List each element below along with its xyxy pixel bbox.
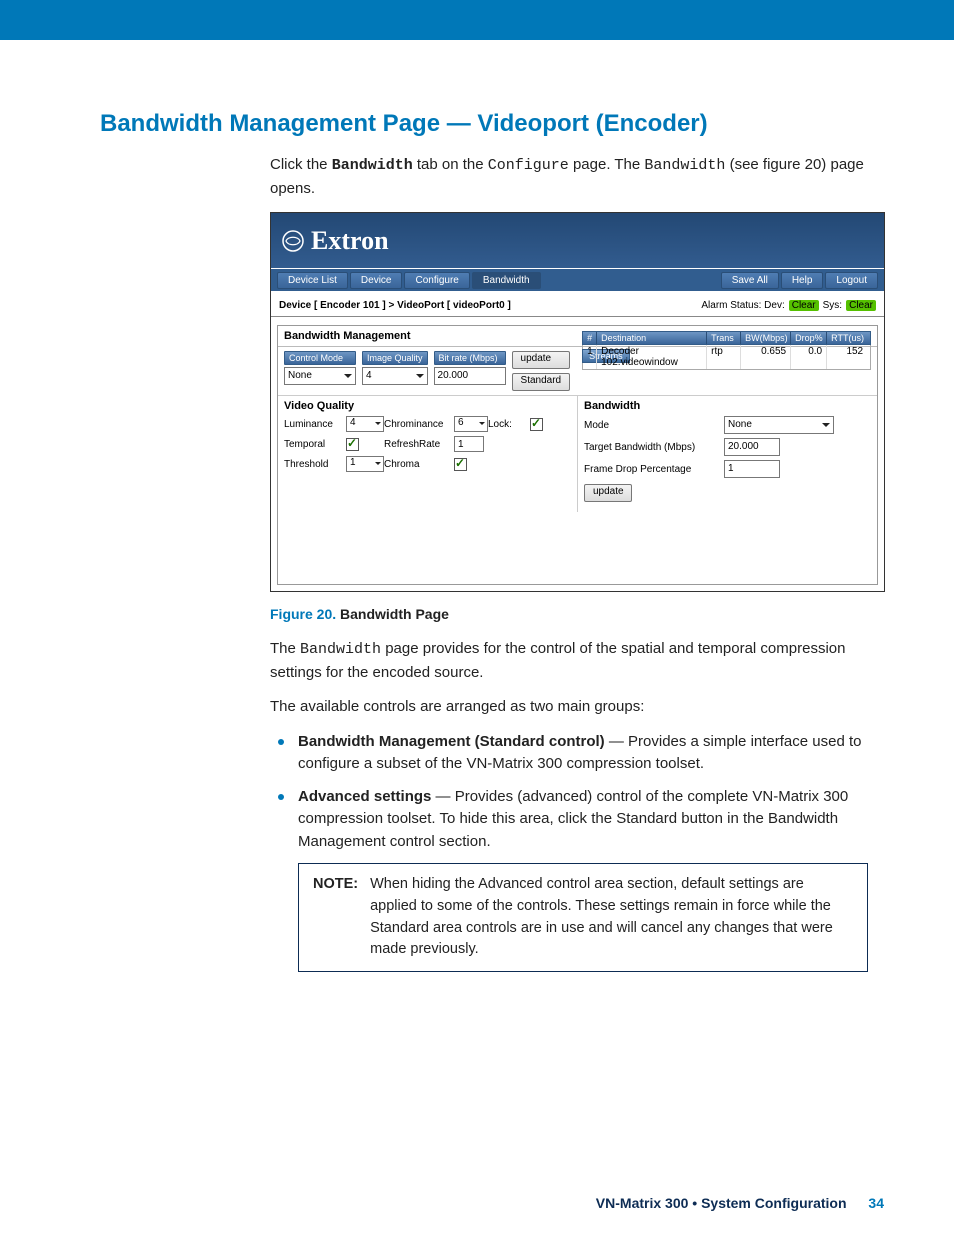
mode-select[interactable]: None bbox=[724, 416, 834, 434]
threshold-label: Threshold bbox=[284, 459, 346, 470]
app-header: Extron bbox=[271, 213, 884, 268]
figure-number: Figure 20. bbox=[270, 606, 336, 622]
dev-clear-badge: Clear bbox=[789, 300, 819, 311]
cell-drop: 0.0 bbox=[791, 345, 827, 369]
tab-device[interactable]: Device bbox=[350, 272, 403, 289]
tab-bandwidth[interactable]: Bandwidth bbox=[472, 272, 541, 289]
luminance-label: Luminance bbox=[284, 419, 346, 430]
sys-clear-badge: Clear bbox=[846, 300, 876, 311]
hdr-trans: Trans bbox=[707, 332, 741, 344]
control-mode-label: Control Mode bbox=[284, 351, 356, 365]
page-content: Bandwidth Management Page — Videoport (E… bbox=[0, 40, 954, 1012]
swirl-icon bbox=[281, 229, 305, 253]
cell-rtt: 152 bbox=[827, 345, 867, 369]
save-all-button[interactable]: Save All bbox=[721, 272, 779, 289]
bandwidth-panel-inner: Bandwidth Mode None Target Bandwidth (Mb… bbox=[578, 396, 877, 512]
txt: tab on the bbox=[413, 156, 488, 173]
cell-trans: rtp bbox=[707, 345, 741, 369]
streams-row: 1 Decoder 102.videowindow rtp 0.655 0.0 … bbox=[582, 345, 871, 370]
intro-paragraph: Click the Bandwidth tab on the Configure… bbox=[270, 154, 884, 200]
txt: The bbox=[270, 640, 300, 657]
txt: page. The bbox=[569, 156, 645, 173]
logo-text: Extron bbox=[311, 226, 389, 256]
bandwidth-panel: Bandwidth Management Control Mode None I… bbox=[277, 325, 878, 585]
code-bandwidth3: Bandwidth bbox=[300, 641, 381, 658]
cell-bw: 0.655 bbox=[741, 345, 791, 369]
hdr-bw: BW(Mbps) bbox=[741, 332, 791, 344]
chrominance-label: Chrominance bbox=[384, 419, 454, 430]
breadcrumb-bar: Device [ Encoder 101 ] > VideoPort [ vid… bbox=[271, 295, 884, 317]
cell-dest: Decoder 102.videowindow bbox=[597, 345, 707, 369]
video-quality-panel: Video Quality Luminance 4 Chrominance 6 … bbox=[278, 396, 578, 512]
bullet2-strong: Advanced settings bbox=[298, 788, 431, 805]
bandwidth-page-screenshot: Extron Device List Device Configure Band… bbox=[270, 212, 885, 592]
tab-device-list[interactable]: Device List bbox=[277, 272, 348, 289]
refresh-input[interactable]: 1 bbox=[454, 436, 484, 452]
bullet-advanced: Advanced settings — Provides (advanced) … bbox=[270, 786, 884, 854]
hdr-num: # bbox=[583, 332, 597, 344]
note-label: NOTE: bbox=[313, 874, 358, 961]
hdr-rtt: RTT(us) bbox=[827, 332, 867, 344]
refresh-label: RefreshRate bbox=[384, 439, 454, 450]
hdr-dest: Destination bbox=[597, 332, 707, 344]
help-button[interactable]: Help bbox=[781, 272, 824, 289]
mgmt-row: Control Mode None Image Quality 4 Bit ra… bbox=[278, 347, 877, 396]
temporal-label: Temporal bbox=[284, 439, 346, 450]
figure-title: Bandwidth Page bbox=[336, 606, 449, 622]
chrominance-select[interactable]: 6 bbox=[454, 416, 488, 432]
hdr-drop: Drop% bbox=[791, 332, 827, 344]
standard-button[interactable]: Standard bbox=[512, 373, 571, 391]
logout-button[interactable]: Logout bbox=[825, 272, 878, 289]
note-box: NOTE: When hiding the Advanced control a… bbox=[298, 863, 868, 972]
alarm-mid: Sys: bbox=[823, 300, 842, 311]
bitrate-input[interactable]: 20.000 bbox=[434, 367, 506, 385]
desc-paragraph-1: The Bandwidth page provides for the cont… bbox=[270, 638, 884, 684]
update-button[interactable]: update bbox=[512, 351, 571, 369]
threshold-select[interactable]: 1 bbox=[346, 456, 384, 472]
code-bandwidth: Bandwidth bbox=[332, 157, 413, 174]
desc-paragraph-2: The available controls are arranged as t… bbox=[270, 696, 884, 719]
footer-title: VN-Matrix 300 • System Configuration bbox=[596, 1195, 847, 1211]
bw-title: Bandwidth bbox=[584, 400, 871, 412]
chroma-checkbox[interactable] bbox=[454, 458, 467, 471]
bullet1-strong: Bandwidth Management (Standard control) bbox=[298, 733, 605, 750]
lock-checkbox[interactable] bbox=[530, 418, 543, 431]
mode-label: Mode bbox=[584, 420, 724, 431]
luminance-select[interactable]: 4 bbox=[346, 416, 384, 432]
image-quality-select[interactable]: 4 bbox=[362, 367, 428, 385]
breadcrumb: Device [ Encoder 101 ] > VideoPort [ vid… bbox=[279, 300, 511, 311]
top-accent-bar bbox=[0, 0, 954, 40]
extron-logo: Extron bbox=[281, 226, 389, 256]
streams-header: # Destination Trans BW(Mbps) Drop% RTT(u… bbox=[582, 331, 871, 345]
code-configure: Configure bbox=[488, 157, 569, 174]
lower-panels: Video Quality Luminance 4 Chrominance 6 … bbox=[278, 396, 877, 512]
chroma-label: Chroma bbox=[384, 459, 454, 470]
bullet-list: Bandwidth Management (Standard control) … bbox=[270, 731, 884, 854]
page-footer: VN-Matrix 300 • System Configuration 34 bbox=[596, 1195, 884, 1211]
page-title: Bandwidth Management Page — Videoport (E… bbox=[100, 110, 884, 138]
temporal-checkbox[interactable] bbox=[346, 438, 359, 451]
target-bw-label: Target Bandwidth (Mbps) bbox=[584, 442, 724, 453]
frame-drop-label: Frame Drop Percentage bbox=[584, 464, 724, 475]
code-standard: Standard bbox=[616, 810, 677, 827]
figure-caption: Figure 20. Bandwidth Page bbox=[270, 606, 884, 622]
alarm-prefix: Alarm Status: Dev: bbox=[701, 300, 784, 311]
tab-configure[interactable]: Configure bbox=[404, 272, 469, 289]
bw-update-button[interactable]: update bbox=[584, 484, 632, 502]
footer-page-number: 34 bbox=[868, 1195, 884, 1211]
target-bw-input[interactable]: 20.000 bbox=[724, 438, 780, 456]
control-mode-select[interactable]: None bbox=[284, 367, 356, 385]
lock-label: Lock: bbox=[488, 419, 530, 430]
tab-bar: Device List Device Configure Bandwidth S… bbox=[271, 269, 884, 291]
bitrate-label: Bit rate (Mbps) bbox=[434, 351, 506, 365]
note-text: When hiding the Advanced control area se… bbox=[370, 874, 853, 961]
code-bandwidth2: Bandwidth bbox=[644, 157, 725, 174]
frame-drop-input[interactable]: 1 bbox=[724, 460, 780, 478]
cell-num: 1 bbox=[583, 345, 597, 369]
image-quality-label: Image Quality bbox=[362, 351, 428, 365]
vq-title: Video Quality bbox=[284, 400, 571, 412]
bullet-standard: Bandwidth Management (Standard control) … bbox=[270, 731, 884, 776]
alarm-status: Alarm Status: Dev: Clear Sys: Clear bbox=[701, 300, 876, 311]
txt: Click the bbox=[270, 156, 332, 173]
